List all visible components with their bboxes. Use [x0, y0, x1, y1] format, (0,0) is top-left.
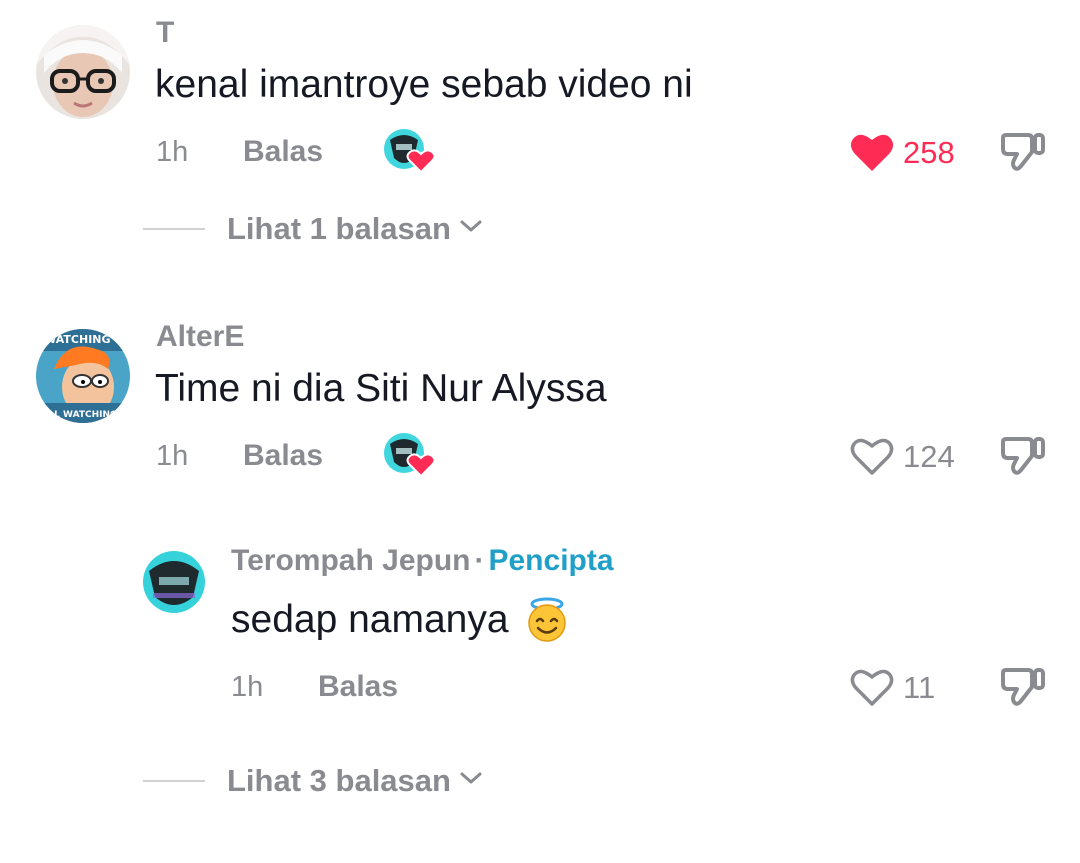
thumbs-down-icon[interactable]: [999, 431, 1047, 479]
smiling-face-with-halo-icon: [523, 596, 571, 642]
creator-liked-badge-icon: [384, 128, 436, 174]
reply-button[interactable]: Balas: [243, 137, 323, 167]
comment-time: 1h: [156, 440, 189, 472]
chevron-down-icon: [459, 218, 483, 239]
divider-line: [143, 227, 205, 230]
like-count: 11: [903, 670, 936, 705]
avatar-caption-bottom: TILL WATCHING Y: [39, 410, 128, 420]
avatar[interactable]: [143, 551, 205, 613]
comment-text: Time ni dia Siti Nur Alyssa: [155, 367, 607, 410]
avatar[interactable]: [36, 25, 130, 119]
comment-username[interactable]: AlterE: [156, 322, 244, 352]
reply-username-row: Terompah Jepun · Pencipta: [231, 546, 614, 576]
view-replies-label: Lihat 1 balasan: [227, 211, 451, 246]
avatar[interactable]: WATCHING T TILL WATCHING Y: [36, 329, 130, 423]
view-replies-button[interactable]: Lihat 1 balasan: [143, 213, 483, 244]
comment-text: kenal imantroye sebab video ni: [155, 63, 693, 106]
reply-button[interactable]: Balas: [318, 672, 398, 702]
thumbs-down-icon[interactable]: [999, 127, 1047, 175]
separator-dot: ·: [474, 544, 485, 577]
thumbs-down-icon[interactable]: [999, 662, 1047, 710]
comment-time: 1h: [156, 136, 189, 168]
heart-outline-icon[interactable]: [849, 666, 895, 708]
reply-text-row: sedap namanya: [231, 596, 571, 642]
reply-text: sedap namanya: [231, 597, 509, 641]
view-replies-label: Lihat 3 balasan: [227, 763, 451, 798]
reply-time: 1h: [231, 671, 264, 703]
heart-outline-icon[interactable]: [849, 435, 895, 477]
creator-liked-badge-icon: [384, 432, 436, 478]
avatar-caption-top: WATCHING T: [44, 333, 122, 346]
reply-username[interactable]: Terompah Jepun: [231, 544, 470, 577]
like-count: 258: [903, 135, 955, 170]
chevron-down-icon: [459, 770, 483, 791]
creator-label: Pencipta: [488, 544, 614, 577]
view-replies-button[interactable]: Lihat 3 balasan: [143, 765, 483, 796]
like-count: 124: [903, 439, 955, 474]
divider-line: [143, 779, 205, 782]
reply-button[interactable]: Balas: [243, 441, 323, 471]
heart-filled-icon[interactable]: [849, 131, 895, 173]
comment-username[interactable]: T: [156, 18, 174, 48]
